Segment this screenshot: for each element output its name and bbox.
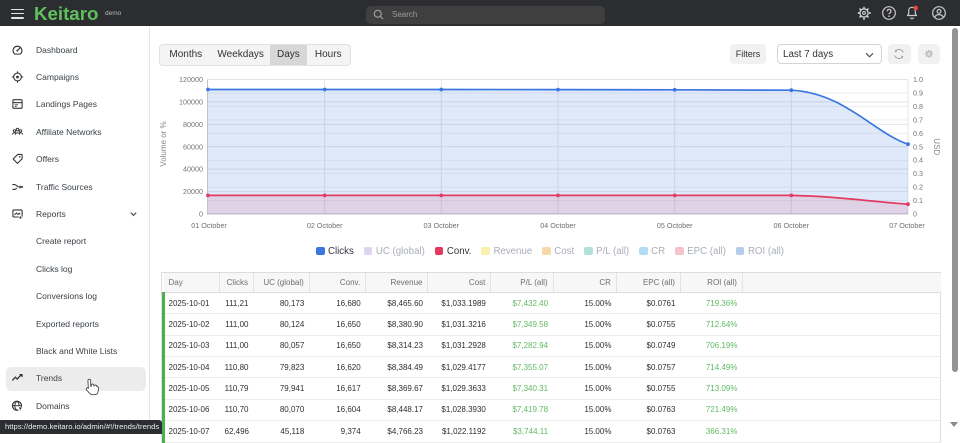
svg-text:0.3: 0.3 bbox=[913, 169, 923, 178]
svg-text:0.5: 0.5 bbox=[913, 142, 923, 151]
svg-text:04 October: 04 October bbox=[540, 221, 576, 230]
svg-text:0: 0 bbox=[913, 210, 917, 219]
svg-text:80000: 80000 bbox=[183, 120, 203, 129]
svg-text:0.2: 0.2 bbox=[913, 183, 923, 192]
svg-text:0.4: 0.4 bbox=[913, 156, 923, 165]
svg-text:120000: 120000 bbox=[179, 75, 203, 84]
svg-text:100000: 100000 bbox=[179, 97, 203, 106]
svg-text:Volume or %: Volume or % bbox=[159, 121, 168, 166]
svg-text:06 October: 06 October bbox=[774, 221, 810, 230]
svg-text:07 October: 07 October bbox=[889, 221, 925, 230]
svg-text:01 October: 01 October bbox=[191, 221, 227, 230]
svg-text:0.7: 0.7 bbox=[913, 115, 923, 124]
svg-text:0.1: 0.1 bbox=[913, 196, 923, 205]
svg-text:03 October: 03 October bbox=[424, 221, 460, 230]
svg-text:0: 0 bbox=[199, 210, 203, 219]
svg-text:0.6: 0.6 bbox=[913, 129, 923, 138]
svg-text:02 October: 02 October bbox=[307, 221, 343, 230]
svg-text:05 October: 05 October bbox=[657, 221, 693, 230]
svg-text:60000: 60000 bbox=[183, 142, 203, 151]
svg-text:40000: 40000 bbox=[183, 165, 203, 174]
svg-text:1.0: 1.0 bbox=[913, 75, 923, 84]
svg-text:0.9: 0.9 bbox=[913, 89, 923, 98]
svg-text:USD: USD bbox=[932, 138, 941, 155]
svg-text:20000: 20000 bbox=[183, 187, 203, 196]
svg-text:0.8: 0.8 bbox=[913, 102, 923, 111]
